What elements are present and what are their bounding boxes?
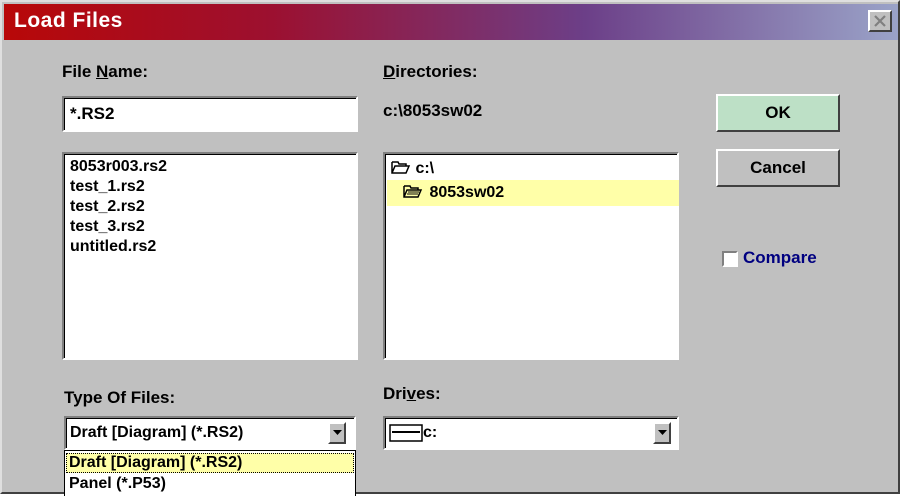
chevron-down-icon xyxy=(658,430,667,435)
type-of-files-combo[interactable]: Draft [Diagram] (*.RS2) xyxy=(64,416,356,450)
type-of-files-selected: Draft [Diagram] (*.RS2) xyxy=(70,424,244,441)
directory-item-root[interactable]: c:\ xyxy=(391,160,434,178)
close-button[interactable] xyxy=(868,10,892,32)
file-list-item[interactable]: 8053r003.rs2 xyxy=(70,157,356,177)
type-of-files-label: Type Of Files: xyxy=(64,388,176,407)
open-folder-icon xyxy=(391,161,411,174)
compare-checkbox[interactable] xyxy=(722,251,738,267)
file-name-label: File Name: xyxy=(62,62,148,81)
drives-label: Drives: xyxy=(383,384,441,403)
drives-dropdown-button[interactable] xyxy=(653,422,671,444)
directories-label: Directories: xyxy=(383,62,478,81)
file-list-item[interactable]: test_3.rs2 xyxy=(70,217,356,237)
file-list-item[interactable]: test_1.rs2 xyxy=(70,177,356,197)
load-files-dialog: Load Files File Name: *.RS2 8053r003.rs2… xyxy=(0,0,900,496)
file-list-item[interactable]: test_2.rs2 xyxy=(70,197,356,217)
title-bar[interactable]: Load Files xyxy=(4,4,898,40)
compare-label[interactable]: Compare xyxy=(743,248,817,268)
ok-button[interactable]: OK xyxy=(716,94,840,132)
directory-item-8053sw02[interactable]: 8053sw02 xyxy=(403,184,504,202)
directory-list[interactable]: c:\ 8053sw02 xyxy=(383,152,679,360)
type-of-files-dropdown-button[interactable] xyxy=(328,422,346,444)
drive-icon xyxy=(389,424,423,442)
current-directory-path: c:\8053sw02 xyxy=(383,101,483,120)
dropdown-option-draft[interactable]: Draft [Diagram] (*.RS2) xyxy=(69,454,242,472)
dropdown-option-panel[interactable]: Panel (*.P53) xyxy=(69,475,166,493)
drives-combo[interactable]: c: xyxy=(383,416,679,450)
drives-selected: c: xyxy=(423,424,438,441)
file-name-input[interactable]: *.RS2 xyxy=(62,96,358,132)
type-of-files-dropdown-list[interactable]: Draft [Diagram] (*.RS2) Panel (*.P53) xyxy=(64,450,356,496)
chevron-down-icon xyxy=(333,430,342,435)
window-title: Load Files xyxy=(14,9,123,32)
close-icon xyxy=(874,15,886,27)
file-list[interactable]: 8053r003.rs2 test_1.rs2 test_2.rs2 test_… xyxy=(62,152,358,360)
open-folder-icon xyxy=(403,185,423,198)
cancel-button[interactable]: Cancel xyxy=(716,149,840,187)
file-list-item[interactable]: untitled.rs2 xyxy=(70,237,356,257)
